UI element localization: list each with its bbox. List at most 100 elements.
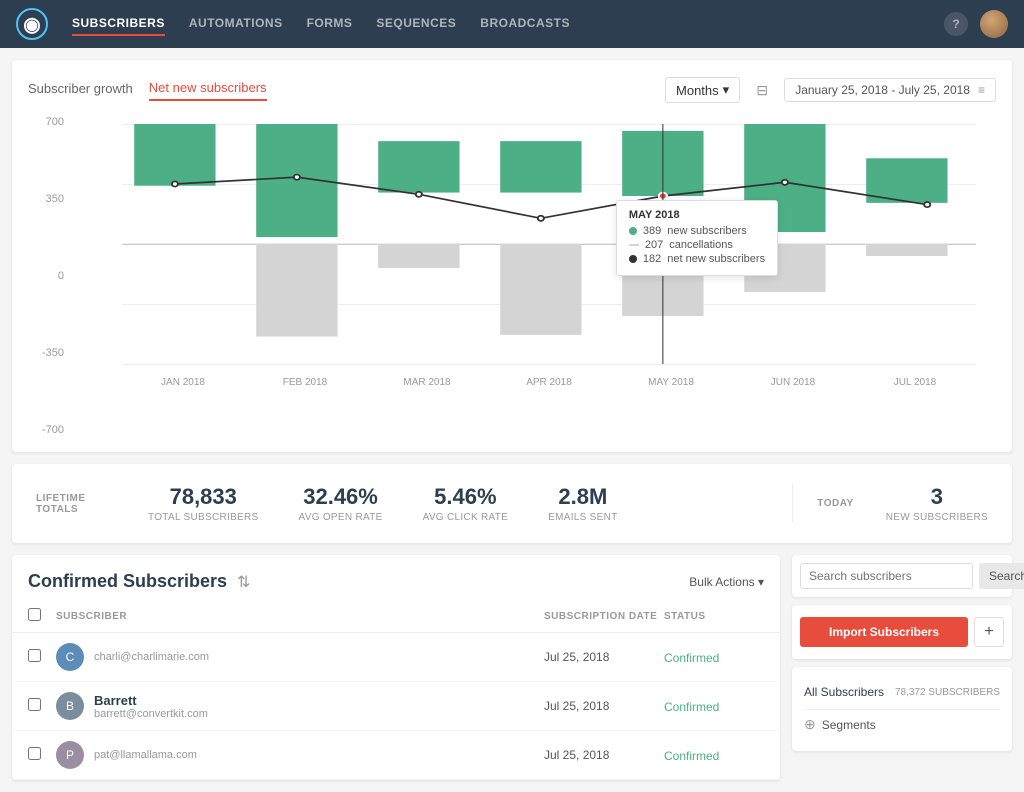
tooltip-cancel-label: cancellations [669,239,733,251]
period-dropdown[interactable]: Months ▾ [665,77,740,103]
logo[interactable]: ◉ [16,8,48,40]
stat-new-value: 3 [886,484,988,510]
tooltip-title: MAY 2018 [629,209,765,221]
x-label-apr: APR 2018 [488,368,610,396]
bar-mar-pos [378,141,459,192]
row-2-date: Jul 25, 2018 [544,699,664,713]
stat-emails-value: 2.8M [548,484,617,510]
stat-open-value: 32.46% [299,484,383,510]
search-input[interactable] [800,563,973,589]
stat-total-desc: TOTAL SUBSCRIBERS [148,512,259,523]
bar-jul-neg [866,244,947,256]
row-1-status-badge: Confirmed [664,651,719,665]
row-1-status: Confirmed [664,650,764,665]
table-row: B Barrett barrett@convertkit.com Jul 25,… [12,682,780,731]
help-button[interactable]: ? [944,12,968,36]
stat-emails-desc: EMAILS SENT [548,512,617,523]
nav-forms[interactable]: FORMS [307,12,353,36]
stats-divider [792,484,793,523]
row-3-status-badge: Confirmed [664,749,719,763]
row-2-email[interactable]: barrett@convertkit.com [94,708,208,720]
col-header-date: SUBSCRIPTION DATE [544,611,664,622]
select-all-checkbox[interactable] [28,608,41,621]
date-range[interactable]: January 25, 2018 - July 25, 2018 ≡ [784,78,996,102]
stat-click-rate: 5.46% AVG CLICK RATE [423,484,509,523]
today-section: TODAY 3 NEW SUBSCRIBERS [817,484,988,523]
y-label-350: 350 [28,193,64,205]
date-range-text: January 25, 2018 - July 25, 2018 [795,83,970,97]
main-nav: SUBSCRIBERS AUTOMATIONS FORMS SEQUENCES … [72,12,944,36]
tooltip-gray-line [629,244,639,246]
nav-sequences[interactable]: SEQUENCES [376,12,456,36]
row-2-info: Barrett barrett@convertkit.com [94,693,208,720]
dot-mar [416,192,422,197]
stat-open-rate: 32.46% AVG OPEN RATE [299,484,383,523]
row-1-subscriber: C charli@charlimarie.com [56,643,544,671]
table-row: P pat@llamallama.com Jul 25, 2018 Confir… [12,731,780,780]
x-label-jan: JAN 2018 [122,368,244,396]
stat-open-desc: AVG OPEN RATE [299,512,383,523]
subscribers-panel: Confirmed Subscribers ⇅ Bulk Actions ▾ S… [12,555,780,780]
bar-mar-neg [378,244,459,268]
row-3-info: pat@llamallama.com [94,749,197,761]
subscribers-header: Confirmed Subscribers ⇅ Bulk Actions ▾ [12,555,780,592]
dot-jun [782,180,788,185]
chart-controls: Months ▾ ⊟ January 25, 2018 - July 25, 2… [665,76,996,104]
row-3-checkbox[interactable] [28,747,41,760]
row-1-info: charli@charlimarie.com [94,651,209,663]
filter-icon[interactable]: ⊟ [748,76,776,104]
sort-icon[interactable]: ⇅ [237,572,250,592]
tooltip-cancel-count: 207 [645,239,663,251]
segments-label: Segments [822,718,876,732]
tab-net-new[interactable]: Net new subscribers [149,80,267,101]
stats-section: LIFETIME TOTALS 78,833 TOTAL SUBSCRIBERS… [12,464,1012,543]
stats-items: 78,833 TOTAL SUBSCRIBERS 32.46% AVG OPEN… [148,484,768,523]
x-label-jul: JUL 2018 [854,368,976,396]
all-subscribers-row[interactable]: All Subscribers 78,372 SUBSCRIBERS [804,679,1000,705]
chart-tabs: Subscriber growth Net new subscribers [28,80,267,101]
row-1-email[interactable]: charli@charlimarie.com [94,651,209,663]
stat-click-desc: AVG CLICK RATE [423,512,509,523]
y-axis: 700 350 0 -350 -700 [28,116,72,436]
add-button[interactable]: + [974,617,1004,647]
row-3-date: Jul 25, 2018 [544,748,664,762]
tooltip-new-label: new subscribers [667,225,746,237]
segments-row[interactable]: ⊕ Segments [804,709,1000,739]
tooltip-black-dot [629,255,637,263]
grid-line-bottom [122,364,976,365]
bulk-actions-dropdown[interactable]: Bulk Actions ▾ [689,575,764,589]
tooltip-cancellations: 207 cancellations [629,239,765,251]
import-box: Import Subscribers + [792,605,1012,659]
user-avatar[interactable] [980,10,1008,38]
row-3-email[interactable]: pat@llamallama.com [94,749,197,761]
stat-new-desc: NEW SUBSCRIBERS [886,512,988,523]
nav-automations[interactable]: AUTOMATIONS [189,12,283,36]
bottom-section: Confirmed Subscribers ⇅ Bulk Actions ▾ S… [12,555,1012,780]
x-label-feb: FEB 2018 [244,368,366,396]
y-label-0: 0 [28,270,64,282]
row-1-checkbox[interactable] [28,649,41,662]
dot-feb [294,175,300,180]
search-button[interactable]: Search [979,563,1024,589]
bar-jan-pos [134,124,215,186]
nav-broadcasts[interactable]: BROADCASTS [480,12,570,36]
chart-header: Subscriber growth Net new subscribers Mo… [28,76,996,104]
search-box: Search [792,555,1012,597]
right-panel: Search Import Subscribers + All Subscrib… [792,555,1012,780]
tooltip-new-count: 389 [643,225,661,237]
row-2-avatar: B [56,692,84,720]
row-2-checkbox[interactable] [28,698,41,711]
row-1-date: Jul 25, 2018 [544,650,664,664]
chart-tooltip: MAY 2018 389 new subscribers 207 cancell… [616,200,778,276]
row-3-avatar: P [56,741,84,769]
col-header-status: STATUS [664,611,764,622]
nav-subscribers[interactable]: SUBSCRIBERS [72,12,165,36]
x-labels: JAN 2018 FEB 2018 MAR 2018 APR 2018 MAY … [122,368,976,396]
tooltip-green-dot [629,227,637,235]
row-2-name[interactable]: Barrett [94,693,208,708]
segments-icon: ⊕ [804,716,816,733]
tab-subscriber-growth[interactable]: Subscriber growth [28,81,133,100]
row-3-status: Confirmed [664,748,764,763]
tooltip-net-count: 182 [643,253,661,265]
import-subscribers-button[interactable]: Import Subscribers [800,617,968,647]
